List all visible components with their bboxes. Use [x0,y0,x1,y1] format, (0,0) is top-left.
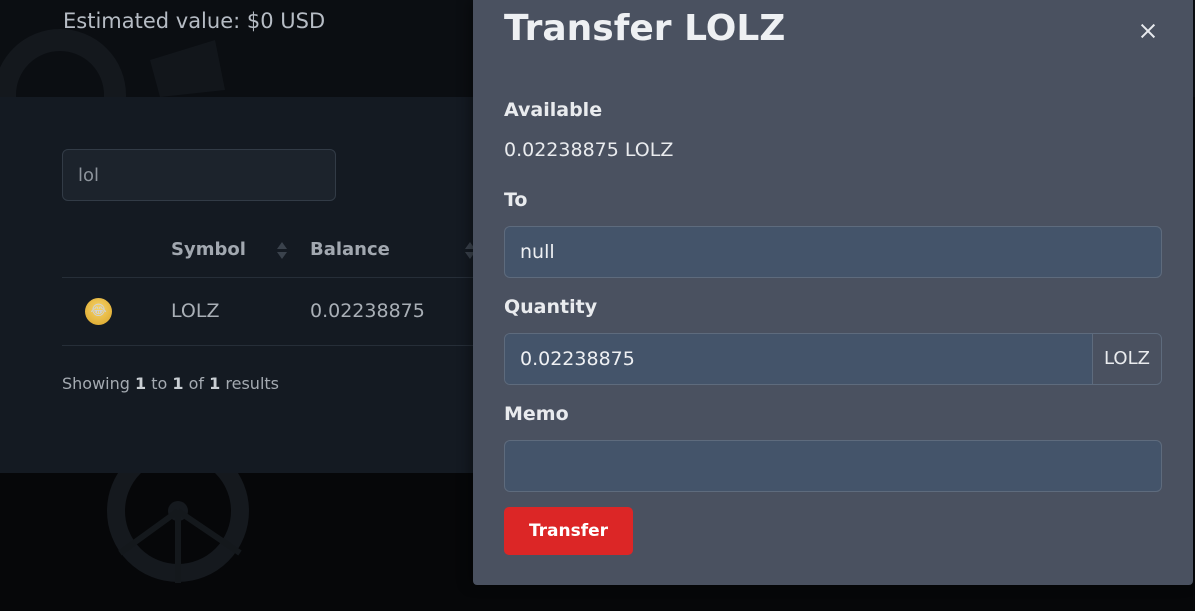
quantity-unit: LOLZ [1092,334,1161,384]
estimated-value-text: Estimated value: $0 USD [63,9,326,33]
close-icon[interactable] [1137,20,1159,42]
available-value: 0.02238875 LOLZ [504,139,674,161]
laughing-crying-emoji-icon: 😂 [85,298,112,325]
quantity-field[interactable] [505,334,1092,384]
transfer-modal: Transfer LOLZ Available 0.02238875 LOLZ … [473,0,1193,585]
to-label: To [504,189,528,211]
modal-title: Transfer LOLZ [504,8,786,49]
memo-field[interactable] [504,440,1162,492]
table-header-divider [62,277,480,278]
token-symbol: LOLZ [171,300,220,322]
balance-column-header[interactable]: Balance [310,239,390,260]
gear-decoration-icon [107,473,249,583]
quantity-input-group: LOLZ [504,333,1162,385]
to-field[interactable] [504,226,1162,278]
symbol-column-header[interactable]: Symbol [171,239,246,260]
table-row-divider [62,345,480,346]
quantity-label: Quantity [504,296,598,318]
sort-icon[interactable] [277,242,287,264]
transfer-button[interactable]: Transfer [504,507,633,555]
search-input[interactable] [62,149,336,201]
memo-label: Memo [504,403,569,425]
available-label: Available [504,99,603,121]
token-balance: 0.02238875 [310,300,425,322]
pagination-summary: Showing 1 to 1 of 1 results [62,374,279,393]
